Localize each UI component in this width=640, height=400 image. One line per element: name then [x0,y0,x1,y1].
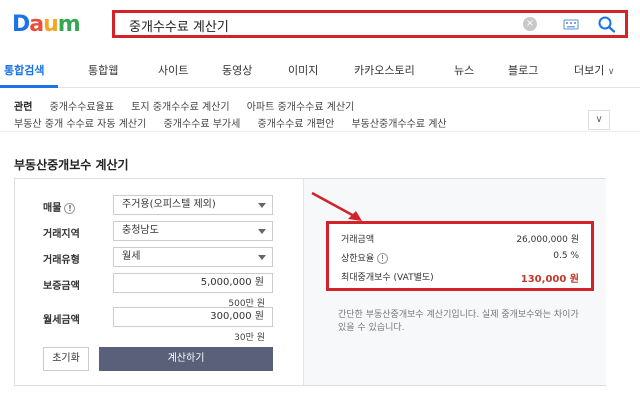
result-rate-row: 상한요율! 0.5 % [341,251,579,264]
logo-letter-d: D [12,12,30,37]
tab-integrated[interactable]: 통합검색 [4,62,44,78]
results-panel: 거래금액 26,000,000 원 상한요율! 0.5 % 최대중개보수 (VA… [303,179,606,385]
related-link[interactable]: 부동산중개수수료 계산 [351,119,446,130]
related-row-1: 관련 중개수수료율표 토지 중개수수료 계산기 아파트 중개수수료 계산기 [14,98,368,113]
tab-image[interactable]: 이미지 [288,62,318,78]
daum-logo[interactable]: Daum [12,12,81,37]
property-label: 매물! [43,199,76,214]
dropdown-arrow-icon [258,255,266,260]
transaction-type-select[interactable]: 월세 [113,247,273,267]
transaction-type-value: 월세 [122,251,141,262]
logo-letter-a: a [29,12,44,37]
deposit-input[interactable]: 5,000,000 원 [113,273,273,293]
related-heading: 관련 [14,102,33,113]
result-amount-row: 거래금액 26,000,000 원 [341,232,579,245]
calculate-button[interactable]: 계산하기 [99,347,273,371]
related-link[interactable]: 토지 중개수수료 계산기 [131,102,229,113]
clear-icon[interactable]: × [523,17,537,31]
result-highlight-box: 거래금액 26,000,000 원 상한요율! 0.5 % 최대중개보수 (VA… [326,221,594,291]
info-icon[interactable]: ! [64,202,76,214]
result-rate-label: 상한요율 [341,254,375,264]
property-select-value: 주거용(오피스텔 제외) [122,199,216,210]
tab-web[interactable]: 통합웹 [88,62,118,78]
tab-video[interactable]: 동영상 [222,62,252,78]
result-max-label: 최대중개보수 (VAT별도) [341,273,434,283]
tab-more-label: 더보기 [574,64,605,77]
dropdown-arrow-icon [258,203,266,208]
result-amount-label: 거래금액 [341,235,375,245]
result-max-value: 130,000 원 [520,274,579,285]
related-link[interactable]: 중개수수료 부가세 [164,119,241,130]
related-link[interactable]: 아파트 중개수수료 계산기 [247,102,355,113]
property-select[interactable]: 주거용(오피스텔 제외) [113,195,273,215]
calculator-description: 간단한 부동산중개보수 계산기입니다. 실제 중개보수와는 차이가 있을 수 있… [338,310,579,333]
region-select[interactable]: 충청남도 [113,221,273,241]
calculator-title: 부동산중개보수 계산기 [14,158,129,172]
tab-site[interactable]: 사이트 [158,62,188,78]
info-icon[interactable]: ! [377,253,389,264]
dropdown-arrow-icon [258,229,266,234]
region-select-value: 충청남도 [122,225,159,236]
monthly-rent-hint: 30만 원 [234,333,265,343]
active-tab-indicator [0,85,58,88]
chevron-down-icon: ∨ [607,67,615,77]
tab-blog[interactable]: 블로그 [508,62,538,78]
related-link[interactable]: 중개수수료 개편안 [257,119,334,130]
related-searches: 관련 중개수수료율표 토지 중개수수료 계산기 아파트 중개수수료 계산기 부동… [0,90,640,132]
tab-kakaostory[interactable]: 카카오스토리 [354,62,415,78]
monthly-rent-label: 월세금액 [43,315,80,326]
chevron-down-icon: ∨ [595,114,603,125]
search-icon[interactable] [597,15,617,33]
region-label: 거래지역 [43,229,80,240]
result-amount-value: 26,000,000 원 [516,235,579,245]
related-link[interactable]: 중개수수료율표 [50,102,114,113]
monthly-rent-input[interactable]: 300,000 원 [113,307,273,327]
logo-letter-m: m [57,12,81,37]
result-rate-value: 0.5 % [553,251,579,261]
related-link[interactable]: 부동산 중개 수수료 자동 계산기 [14,119,146,130]
logo-letter-u: u [43,12,59,37]
tab-more[interactable]: 더보기 ∨ [574,62,614,78]
deposit-label: 보증금액 [43,281,80,292]
search-input[interactable] [129,15,509,35]
keyboard-icon[interactable] [563,17,579,31]
reset-button[interactable]: 초기화 [43,347,89,371]
expand-related-button[interactable]: ∨ [588,110,610,130]
tab-news[interactable]: 뉴스 [454,62,474,78]
related-row-2: 부동산 중개 수수료 자동 계산기 중개수수료 부가세 중개수수료 개편안 부동… [14,115,461,130]
search-tabs: 통합검색 통합웹 사이트 동영상 이미지 카카오스토리 뉴스 블로그 더보기 ∨ [0,52,640,88]
property-label-text: 매물 [43,203,62,214]
search-box: × [112,10,628,38]
calculator-panel: 매물! 주거용(오피스텔 제외) 거래지역 충청남도 거래유형 월세 보증금액 … [14,178,606,386]
transaction-type-label: 거래유형 [43,255,80,266]
result-max-row: 최대중개보수 (VAT별도) 130,000 원 [341,270,579,285]
